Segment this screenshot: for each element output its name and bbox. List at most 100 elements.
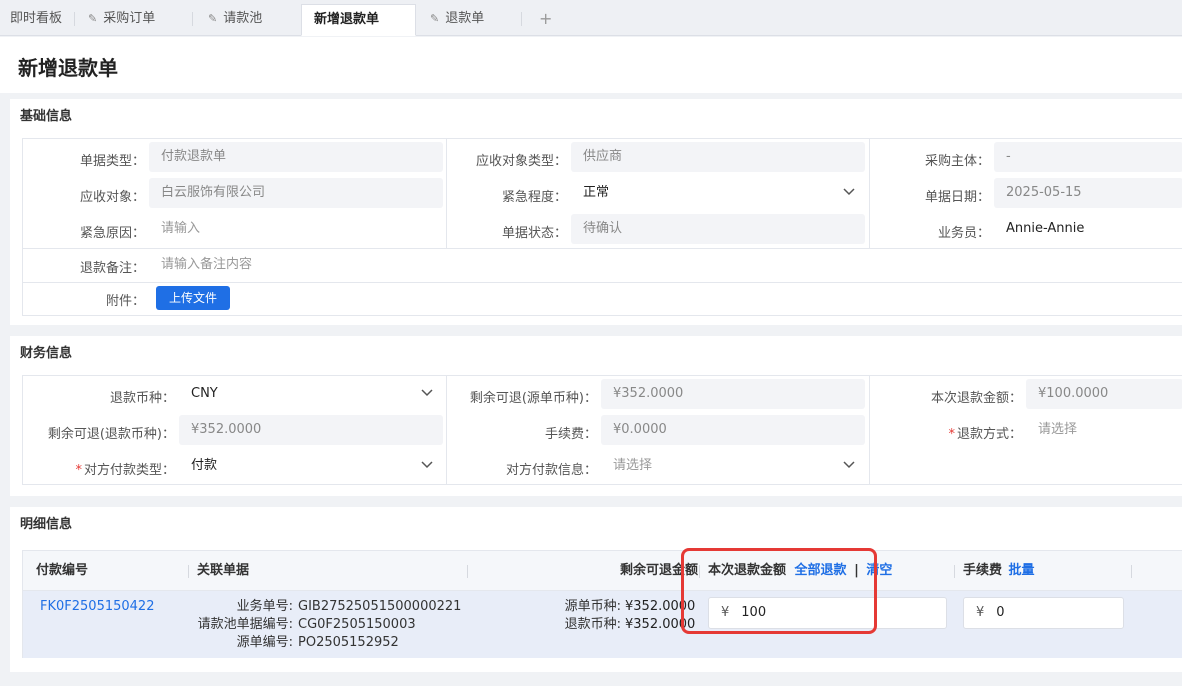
tab-new-refund[interactable]: 新增退款单 (301, 4, 416, 36)
recv-obj-label: 应收对象： (79, 190, 145, 205)
urgent-reason-input[interactable]: 请输入 (149, 214, 443, 244)
refund-cur-value: ¥352.0000 (625, 617, 696, 632)
batch-link[interactable]: 批量 (1009, 563, 1035, 578)
pay-info-placeholder: 请选择 (613, 458, 653, 473)
remain-refund-field: ¥352.0000 (179, 415, 443, 445)
currency-symbol: ¥ (721, 605, 730, 620)
chevron-down-icon[interactable] (421, 451, 433, 469)
currency-value: CNY (191, 386, 218, 401)
refund-amount-input[interactable]: ¥100 (708, 597, 947, 629)
chevron-down-icon[interactable] (843, 451, 855, 469)
pay-type-label-text: 对方付款类型： (83, 463, 175, 478)
add-tab-icon[interactable]: + (539, 6, 552, 32)
src-no-label: 源单编号: (236, 635, 293, 650)
tab-payment-pool[interactable]: ✎ 请款池 (198, 4, 298, 36)
doc-date-field: 2025-05-15 (994, 178, 1182, 208)
purchase-entity-label: 采购主体： (924, 154, 990, 169)
doc-status-label: 单据状态： (501, 226, 567, 241)
row-divider (23, 248, 1182, 249)
column-divider (954, 565, 955, 578)
fee-field: ¥0.0000 (601, 415, 865, 445)
urgency-label: 紧急程度： (501, 190, 567, 205)
required-mark: * (948, 427, 955, 442)
header-refund-amount: 本次退款金额 全部退款 | 清空 (708, 551, 892, 591)
pay-no-link[interactable]: FK0F2505150422 (40, 598, 154, 615)
chevron-down-icon[interactable] (843, 178, 855, 196)
tab-divider (74, 12, 75, 26)
basic-info-grid: 单据类型： 付款退款单 应收对象类型： 供应商 采购主体： - 应收对象： 白云… (22, 138, 1182, 316)
upload-file-button[interactable]: 上传文件 (156, 286, 230, 310)
header-related: 关联单据 (197, 563, 250, 578)
clear-link[interactable]: 清空 (866, 563, 892, 578)
header-fee: 手续费 批量 (963, 551, 1035, 591)
pool-no-label: 请款池单据编号: (197, 617, 293, 632)
tab-label: 新增退款单 (314, 12, 380, 27)
row-divider (23, 282, 1182, 283)
refund-cur-label: 退款币种: (564, 617, 621, 632)
fee-label: 手续费： (544, 427, 597, 442)
refund-method-select[interactable]: 请选择 (1026, 415, 1182, 445)
recv-type-field: 供应商 (571, 142, 865, 172)
urgent-reason-label: 紧急原因： (79, 226, 145, 241)
tab-dashboard[interactable]: 即时看板 (0, 4, 74, 36)
refund-all-link[interactable]: 全部退款 (795, 563, 847, 578)
header-fee-text: 手续费 (963, 563, 1003, 578)
tab-label: 即时看板 (10, 11, 63, 26)
pin-icon[interactable]: ✎ (208, 12, 217, 25)
src-no-link[interactable]: PO2505152952 (298, 634, 399, 651)
detail-table: 付款编号 关联单据 剩余可退金额 本次退款金额 全部退款 | 清空 手续费 批量… (22, 550, 1182, 658)
column-divider (188, 565, 189, 578)
refund-amount-value: 100 (741, 605, 767, 620)
header-remain: 剩余可退金额 (620, 563, 699, 578)
pay-type-label: * 对方付款类型： (23, 459, 175, 478)
tab-purchase-order[interactable]: ✎ 采购订单 (78, 4, 188, 36)
link-separator: | (854, 563, 859, 578)
remain-src-field: ¥352.0000 (601, 379, 865, 409)
biz-no-label: 业务单号: (236, 599, 293, 614)
pay-type-select[interactable]: 付款 (179, 451, 443, 481)
finance-info-title: 财务信息 (20, 346, 73, 361)
page-title: 新增退款单 (18, 56, 118, 80)
refund-method-label-text: 退款方式： (956, 427, 1022, 442)
attachment-label: 附件： (105, 294, 145, 309)
pin-icon[interactable]: ✎ (430, 12, 439, 25)
urgency-value: 正常 (583, 185, 610, 200)
table-row: FK0F2505150422 业务单号: GIB2752505150000022… (23, 591, 1182, 658)
detail-info-title: 明细信息 (20, 517, 73, 532)
recv-type-label: 应收对象类型： (475, 154, 567, 169)
remark-input[interactable]: 请输入备注内容 (149, 250, 1149, 280)
fee-input[interactable]: ¥0 (963, 597, 1124, 629)
purchase-entity-field: - (994, 142, 1182, 172)
remain-refund-label: 剩余可退(退款币种)： (47, 427, 175, 442)
pay-info-select[interactable]: 请选择 (601, 451, 865, 481)
salesman-field[interactable]: Annie-Annie (994, 214, 1182, 244)
required-mark: * (75, 463, 82, 478)
pin-icon[interactable]: ✎ (88, 12, 97, 25)
currency-label: 退款币种： (109, 391, 175, 406)
tab-bar: 即时看板 ✎ 采购订单 ✎ 请款池 新增退款单 ✎ 退款单 + (0, 0, 1182, 36)
urgency-select[interactable]: 正常 (571, 178, 865, 208)
header-refund-amount-text: 本次退款金额 (708, 563, 787, 578)
column-divider (699, 565, 700, 578)
fee-value: 0 (996, 605, 1005, 620)
tab-refund-list[interactable]: ✎ 退款单 (420, 4, 520, 36)
pay-type-value: 付款 (191, 458, 218, 473)
src-cur-value: ¥352.0000 (625, 599, 696, 614)
biz-no-link[interactable]: GIB27525051500000221 (298, 598, 461, 615)
table-header: 付款编号 关联单据 剩余可退金额 本次退款金额 全部退款 | 清空 手续费 批量 (23, 551, 1182, 591)
remark-label: 退款备注： (79, 261, 145, 276)
title-bar: 新增退款单 (0, 37, 1182, 93)
finance-info-grid: 退款币种： CNY 剩余可退(源单币种)： ¥352.0000 本次退款金额： … (22, 375, 1182, 485)
tab-label: 请款池 (223, 11, 263, 26)
pool-no-link[interactable]: CG0F2505150003 (298, 616, 416, 633)
currency-select[interactable]: CNY (179, 379, 443, 409)
src-cur-label: 源单币种: (564, 599, 621, 614)
chevron-down-icon[interactable] (421, 379, 433, 397)
refund-amount-label: 本次退款金额： (930, 391, 1022, 406)
fee-currency-symbol: ¥ (976, 605, 985, 620)
doc-status-field: 待确认 (571, 214, 865, 244)
pay-info-label: 对方付款信息： (505, 463, 597, 478)
column-divider (467, 565, 468, 578)
remain-src-label: 剩余可退(源单币种)： (469, 391, 597, 406)
header-pay-no: 付款编号 (36, 563, 89, 578)
